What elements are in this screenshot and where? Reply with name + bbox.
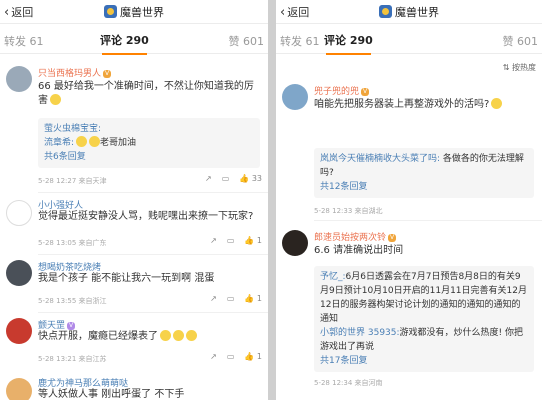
emoji-icon xyxy=(160,330,171,341)
divider xyxy=(38,312,268,313)
comment-text: 66 最好给我一个准确时间，不然让你知道我的厉害 xyxy=(38,81,254,106)
share-icon[interactable]: ↗ xyxy=(210,236,217,245)
tab-repost[interactable]: 转发 61 xyxy=(4,33,44,49)
sort-toggle[interactable]: ⇅ 按热度 xyxy=(503,62,536,73)
comment-text: 我是个孩子 能不能让我六一玩到啊 混蛋 xyxy=(38,273,215,284)
comment-item: 郎速员始按两次铃 V 6.6 请准确说出时间 予忆_:6月6日透露会在7月7日预告… xyxy=(276,226,542,400)
comment-meta: 5-28 13:55 来自浙江 xyxy=(38,297,107,305)
wow-logo-icon xyxy=(104,5,117,18)
comment-text: 咱能先把服务器装上再整游戏外的活吗? xyxy=(314,98,534,112)
reply-line: 小郭的世界 35935:游戏都没有，炒什么热度! 你把游戏出了再说 xyxy=(320,328,524,352)
left-screenshot-panel: ‹ 返回 魔兽世界 转发 61 评论 290 赞 601 只当西格玛男人 V 66… xyxy=(0,0,268,400)
comment-item: 小小强好人 觉得最近挺安静没人骂，贱呢嘿出来撩一下玩家? 5-28 13:05 … xyxy=(0,196,268,250)
reply-line: 流章希: 老哥加油 xyxy=(44,136,137,148)
avatar[interactable] xyxy=(6,260,32,286)
reply-icon[interactable]: ▭ xyxy=(222,174,230,183)
comment-item: 兜子兜的兜 V 咱能先把服务器装上再整游戏外的活吗? 岚岚今天催楠楠收大头菜了吗:… xyxy=(276,80,542,215)
emoji-icon xyxy=(76,136,88,147)
reply-box[interactable]: 萤火虫棉宝宝: 流章希: 老哥加油 共6条回复 xyxy=(38,118,260,168)
vip-badge-icon: V xyxy=(388,234,397,242)
avatar[interactable] xyxy=(282,230,308,256)
reply-icon[interactable]: ▭ xyxy=(227,236,235,245)
divider xyxy=(314,220,542,221)
reply-box[interactable]: 予忆_:6月6日透露会在7月7日预告8月8日的有关9月9日预计10月10日开启的… xyxy=(314,266,534,372)
vip-badge-icon: V xyxy=(103,70,112,78)
emoji-icon xyxy=(186,330,197,341)
level-badge-icon: V xyxy=(67,322,76,330)
page-title: 魔兽世界 xyxy=(276,4,542,20)
more-replies-link[interactable]: 共17条回复 xyxy=(320,354,528,368)
comment-text: 快点开服，魔瘾已经爆表了 xyxy=(38,330,260,344)
tab-bar: 转发 61 评论 290 赞 601 xyxy=(0,24,268,55)
emoji-icon xyxy=(89,136,101,147)
comment-actions: ↗ ▭ 👍 1 xyxy=(210,294,262,303)
share-icon[interactable]: ↗ xyxy=(205,174,212,183)
reply-box[interactable]: 岚岚今天催楠楠收大头菜了吗: 各做各的你无法理解吗? 共12条回复 xyxy=(314,148,534,198)
reply-icon[interactable]: ▭ xyxy=(227,294,235,303)
right-screenshot-panel: ‹ 返回 魔兽世界 转发 61 评论 290 赞 601 ⇅ 按热度 兜子兜的兜… xyxy=(276,0,542,400)
comment-meta: 5-28 13:21 来自江苏 xyxy=(38,355,107,363)
divider xyxy=(38,192,268,193)
avatar[interactable] xyxy=(6,378,32,400)
like-button[interactable]: 👍 1 xyxy=(244,352,262,361)
tab-bar: 转发 61 评论 290 赞 601 xyxy=(276,24,542,55)
reply-line: 萤火虫棉宝宝: xyxy=(44,124,102,134)
comment-item: 鹿尤为神马那么萌萌哒 等人妖做人事 刚出呼蛋了 不下手 xyxy=(0,374,268,400)
comment-username[interactable]: 只当西格玛男人 V xyxy=(38,66,112,79)
avatar[interactable] xyxy=(282,84,308,110)
like-button[interactable]: 👍 33 xyxy=(239,174,262,183)
comment-username[interactable]: 兜子兜的兜 V xyxy=(314,84,370,97)
comment-meta: 5-28 13:05 来自广东 xyxy=(38,239,107,247)
comment-item: 只当西格玛男人 V 66 最好给我一个准确时间，不然让你知道我的厉害 萤火虫棉宝宝… xyxy=(0,62,268,192)
comment-meta: 5-28 12:34 来自河南 xyxy=(314,379,383,387)
reply-line: 岚岚今天催楠楠收大头菜了吗: 各做各的你无法理解吗? xyxy=(320,154,524,178)
more-replies-link[interactable]: 共6条回复 xyxy=(44,150,254,164)
comment-actions: ↗ ▭ 👍 1 xyxy=(210,352,262,361)
page-title: 魔兽世界 xyxy=(0,4,268,20)
sort-icon: ⇅ xyxy=(502,63,512,72)
tab-like[interactable]: 赞 601 xyxy=(503,33,539,49)
tab-like[interactable]: 赞 601 xyxy=(229,33,265,49)
comment-item: 颤天罡 V 快点开服，魔瘾已经爆表了 5-28 13:21 来自江苏 ↗ ▭ 👍 … xyxy=(0,316,268,370)
share-icon[interactable]: ↗ xyxy=(210,352,217,361)
comment-text: 等人妖做人事 刚出呼蛋了 不下手 xyxy=(38,389,185,400)
comment-text: 6.6 请准确说出时间 xyxy=(314,245,404,256)
tab-comment[interactable]: 评论 290 xyxy=(324,32,373,55)
share-icon[interactable]: ↗ xyxy=(210,294,217,303)
tab-repost[interactable]: 转发 61 xyxy=(280,33,320,49)
tab-comment[interactable]: 评论 290 xyxy=(100,32,149,55)
reply-icon[interactable]: ▭ xyxy=(227,352,235,361)
reply-line: 予忆_:6月6日透露会在7月7日预告8月8日的有关9月9日预计10月10日开启的… xyxy=(320,272,527,324)
wow-logo-icon xyxy=(379,5,392,18)
comment-meta: 5-28 12:27 来自天津 xyxy=(38,177,107,185)
more-replies-link[interactable]: 共12条回复 xyxy=(320,180,528,194)
comment-username[interactable]: 郎速员始按两次铃 V xyxy=(314,230,397,243)
like-button[interactable]: 👍 1 xyxy=(244,236,262,245)
comment-actions: ↗ ▭ 👍 1 xyxy=(210,236,262,245)
divider xyxy=(38,254,268,255)
comment-item: 想喝奶茶吃烧烤 我是个孩子 能不能让我六一玩到啊 混蛋 5-28 13:55 来… xyxy=(0,258,268,312)
top-bar: ‹ 返回 魔兽世界 xyxy=(0,0,268,24)
avatar[interactable] xyxy=(6,66,32,92)
emoji-icon xyxy=(173,330,184,341)
emoji-icon xyxy=(491,98,503,109)
comment-meta: 5-28 12:33 来自湖北 xyxy=(314,207,383,215)
vip-badge-icon: V xyxy=(361,88,370,96)
emoji-icon xyxy=(50,94,61,105)
avatar[interactable] xyxy=(6,318,32,344)
avatar[interactable] xyxy=(6,200,32,226)
like-button[interactable]: 👍 1 xyxy=(244,294,262,303)
comment-actions: ↗ ▭ 👍 33 xyxy=(205,174,262,183)
top-bar: ‹ 返回 魔兽世界 xyxy=(276,0,542,24)
comment-text: 觉得最近挺安静没人骂，贱呢嘿出来撩一下玩家? xyxy=(38,211,254,222)
